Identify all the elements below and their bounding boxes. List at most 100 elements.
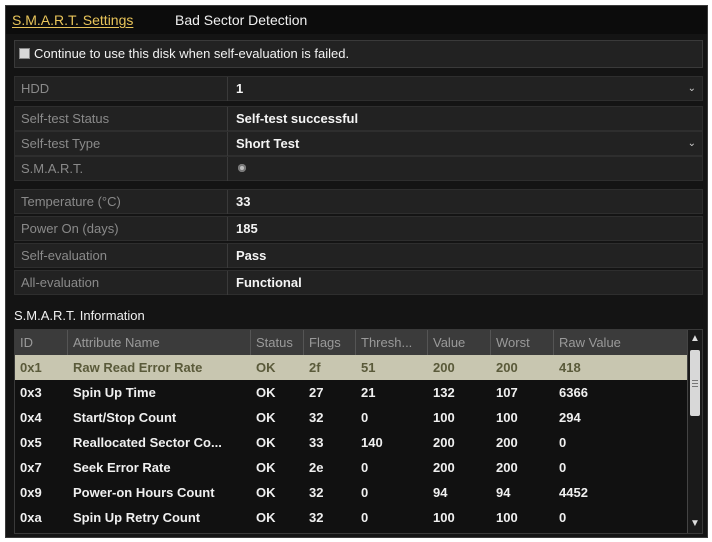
cell-attribute-name: Reallocated Sector Co... [73,435,222,450]
cell-id: 0xa [20,510,42,525]
gear-icon[interactable] [238,164,246,172]
cell-id: 0x1 [20,360,42,375]
cell-value: 94 [433,485,448,500]
cell-worst: 94 [496,485,511,500]
cell-threshold: 51 [361,360,376,375]
cell-attribute-name: Seek Error Rate [73,460,171,475]
table-row[interactable]: 0x3 Spin Up Time OK 27 21 132 107 6366 [15,380,687,405]
smart-value [227,157,702,181]
cell-worst: 100 [496,410,518,425]
cell-worst: 107 [496,385,518,400]
cell-value: 200 [433,360,455,375]
scroll-up-icon[interactable]: ▲ [689,332,701,346]
tab-bar: S.M.A.R.T. Settings Bad Sector Detection [6,6,707,34]
column-header-value[interactable]: Value [428,330,491,355]
table-body: 0x1 Raw Read Error Rate OK 2f 51 200 200 418 0x3… [15,355,687,530]
self-evaluation-label: Self-evaluation [21,248,107,263]
column-header-id[interactable]: ID [15,330,68,355]
cell-status: OK [256,385,276,400]
column-header-raw-value[interactable]: Raw Value [554,330,687,355]
chevron-down-icon[interactable]: ⌄ [688,132,696,156]
column-header-worst[interactable]: Worst [491,330,554,355]
column-header-attribute-name[interactable]: Attribute Name [68,330,251,355]
cell-status: OK [256,410,276,425]
table-row[interactable]: 0x7 Seek Error Rate OK 2e 0 200 200 0 [15,455,687,480]
smart-information-table: ID Attribute Name Status Flags Thresh...… [14,329,703,534]
continue-checkbox-row[interactable]: Continue to use this disk when self-eval… [14,40,703,68]
cell-attribute-name: Power-on Hours Count [73,485,215,500]
selftest-status-value: Self-test successful [227,107,702,131]
column-header-threshold[interactable]: Thresh... [356,330,428,355]
all-evaluation-field: All-evaluation Functional [14,270,703,295]
cell-worst: 100 [496,510,518,525]
self-evaluation-value: Pass [227,244,702,268]
scrollbar-thumb[interactable] [690,350,700,416]
all-evaluation-value: Functional [227,271,702,295]
cell-value: 200 [433,460,455,475]
cell-id: 0x4 [20,410,42,425]
smart-information-title: S.M.A.R.T. Information [14,308,145,323]
cell-flags: 32 [309,410,324,425]
table-row[interactable]: 0x4 Start/Stop Count OK 32 0 100 100 294 [15,405,687,430]
self-evaluation-field: Self-evaluation Pass [14,243,703,268]
hdd-label: HDD [21,81,50,96]
power-on-field: Power On (days) 185 [14,216,703,241]
smart-label: S.M.A.R.T. [21,161,84,176]
table-row[interactable]: 0x1 Raw Read Error Rate OK 2f 51 200 200 418 [15,355,687,380]
cell-flags: 2e [309,460,324,475]
cell-flags: 32 [309,510,324,525]
cell-value: 132 [433,385,455,400]
cell-raw-value: 418 [559,360,581,375]
cell-flags: 27 [309,385,324,400]
cell-raw-value: 0 [559,460,567,475]
cell-id: 0x3 [20,385,42,400]
continue-checkbox[interactable] [19,48,30,59]
cell-raw-value: 4452 [559,485,588,500]
column-header-status[interactable]: Status [251,330,304,355]
cell-threshold: 0 [361,485,369,500]
selftest-type-label: Self-test Type [21,136,101,151]
cell-flags: 33 [309,435,324,450]
power-on-value: 185 [227,217,702,241]
tab-bad-sector-detection[interactable]: Bad Sector Detection [175,10,307,30]
selftest-type-select[interactable]: Short Test [227,132,702,156]
cell-status: OK [256,510,276,525]
table-scrollbar[interactable]: ▲ ▼ [687,330,702,533]
scroll-down-icon[interactable]: ▼ [689,517,701,531]
cell-attribute-name: Spin Up Time [73,385,156,400]
table-row[interactable]: 0x5 Reallocated Sector Co... OK 33 140 200 200… [15,430,687,455]
cell-threshold: 0 [361,410,369,425]
selftest-type-field[interactable]: Self-test Type Short Test ⌄ [14,131,703,156]
cell-status: OK [256,485,276,500]
cell-status: OK [256,460,276,475]
tab-smart-settings[interactable]: S.M.A.R.T. Settings [12,10,133,30]
cell-value: 100 [433,410,455,425]
selftest-status-field: Self-test Status Self-test successful [14,106,703,131]
smart-settings-window: S.M.A.R.T. Settings Bad Sector Detection… [5,5,708,538]
smart-field: S.M.A.R.T. [14,156,703,181]
cell-worst: 200 [496,460,518,475]
cell-value: 200 [433,435,455,450]
chevron-down-icon[interactable]: ⌄ [688,77,696,101]
all-evaluation-label: All-evaluation [21,275,100,290]
cell-id: 0x7 [20,460,42,475]
cell-flags: 2f [309,360,321,375]
continue-checkbox-label: Continue to use this disk when self-eval… [34,46,350,61]
table-row[interactable]: 0x9 Power-on Hours Count OK 32 0 94 94 4452 [15,480,687,505]
temperature-label: Temperature (°C) [21,194,121,209]
temperature-field: Temperature (°C) 33 [14,189,703,214]
cell-attribute-name: Raw Read Error Rate [73,360,203,375]
cell-threshold: 140 [361,435,383,450]
cell-id: 0x5 [20,435,42,450]
column-header-flags[interactable]: Flags [304,330,356,355]
cell-worst: 200 [496,360,518,375]
cell-attribute-name: Start/Stop Count [73,410,177,425]
cell-status: OK [256,360,276,375]
hdd-select[interactable]: 1 [227,77,702,101]
cell-attribute-name: Spin Up Retry Count [73,510,201,525]
cell-worst: 200 [496,435,518,450]
table-row[interactable]: 0xa Spin Up Retry Count OK 32 0 100 100 0 [15,505,687,530]
cell-threshold: 0 [361,460,369,475]
hdd-field[interactable]: HDD 1 ⌄ [14,76,703,101]
cell-flags: 32 [309,485,324,500]
